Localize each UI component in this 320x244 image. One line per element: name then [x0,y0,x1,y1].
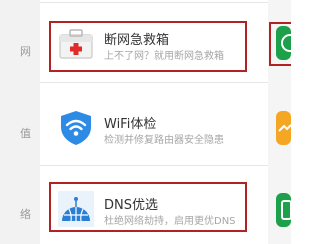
orange-tool-icon[interactable] [276,111,291,145]
wifi-shield-icon [58,110,94,146]
divider [40,2,268,3]
highlight-box [49,21,247,72]
green-phone-icon[interactable] [276,193,291,227]
left-panel: 网 值 络 [0,0,40,244]
left-fragment: 网 [20,45,31,58]
tool-title: WiFi体检 [104,117,157,132]
left-fragment: 值 [20,127,31,140]
tool-item-wifi-check[interactable]: WiFi体检 检测并修复路由器安全隐患 [40,110,268,170]
tool-description: 检测并修复路由器安全隐患 [104,135,224,146]
left-fragment: 络 [20,208,31,221]
highlight-box [49,182,247,232]
highlight-box [269,22,291,66]
